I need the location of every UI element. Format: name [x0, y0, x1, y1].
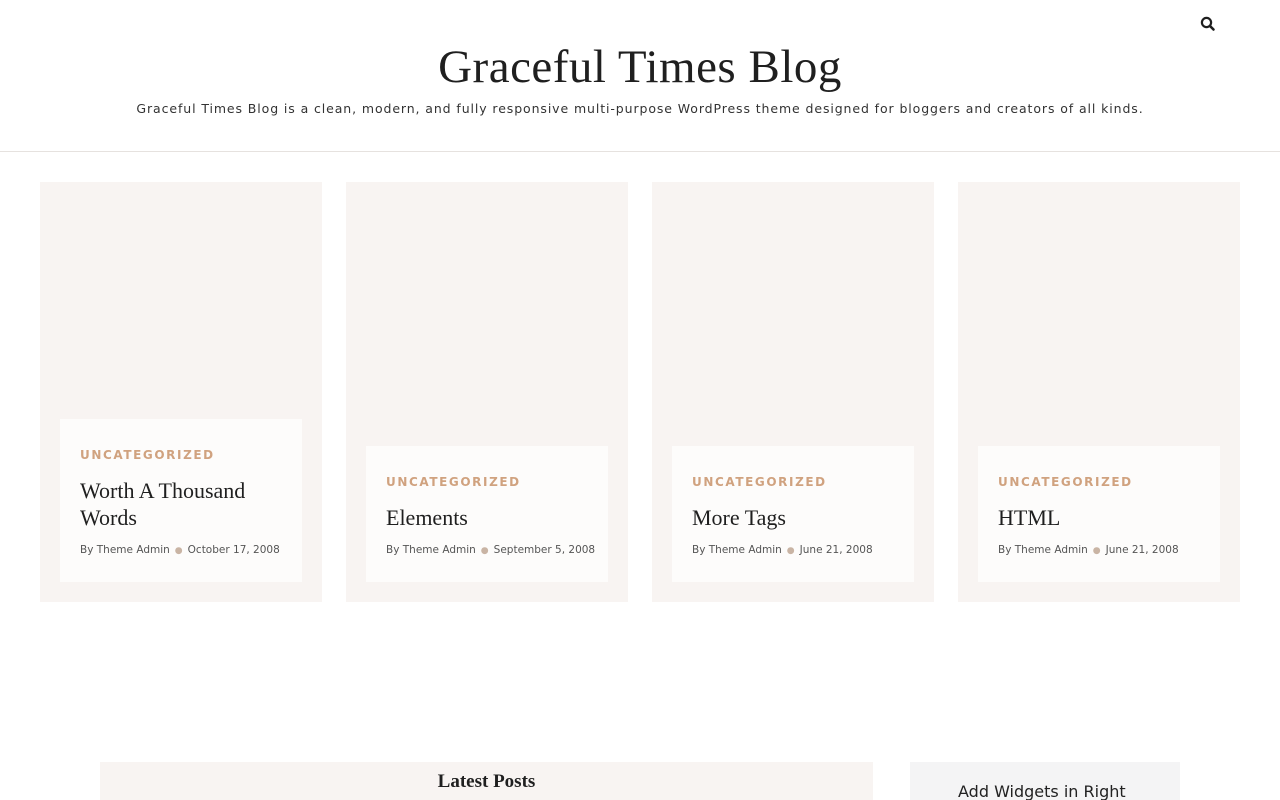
site-description: Graceful Times Blog is a clean, modern, …	[136, 101, 1144, 116]
search-icon	[1200, 16, 1215, 31]
author-prefix: By	[998, 544, 1012, 556]
post-date[interactable]: September 5, 2008	[494, 544, 595, 556]
post-card[interactable]: UNCATEGORIZED More Tags By Theme Admin ● J…	[652, 182, 934, 602]
post-title[interactable]: Worth A Thousand Words	[80, 477, 282, 531]
latest-posts-heading: Latest Posts	[437, 771, 536, 792]
sidebar-widget: Add Widgets in Right	[910, 762, 1180, 800]
post-card-body: UNCATEGORIZED HTML By Theme Admin ● June 2…	[978, 446, 1220, 582]
post-title[interactable]: Elements	[386, 504, 588, 531]
post-author[interactable]: Theme Admin	[97, 544, 170, 556]
post-card[interactable]: UNCATEGORIZED Worth A Thousand Words By …	[40, 182, 322, 602]
post-category[interactable]: UNCATEGORIZED	[386, 474, 588, 490]
meta-separator-icon: ●	[1092, 546, 1101, 556]
post-author[interactable]: Theme Admin	[403, 544, 476, 556]
author-prefix: By	[386, 544, 400, 556]
post-card-body: UNCATEGORIZED More Tags By Theme Admin ● J…	[672, 446, 914, 582]
post-date[interactable]: June 21, 2008	[800, 544, 873, 556]
post-card-body: UNCATEGORIZED Worth A Thousand Words By …	[60, 419, 302, 582]
meta-separator-icon: ●	[480, 546, 489, 556]
post-date[interactable]: October 17, 2008	[188, 544, 280, 556]
post-meta: By Theme Admin ● October 17, 2008	[80, 543, 282, 558]
post-category[interactable]: UNCATEGORIZED	[692, 474, 894, 490]
post-category[interactable]: UNCATEGORIZED	[80, 447, 282, 463]
post-author[interactable]: Theme Admin	[1015, 544, 1088, 556]
post-title[interactable]: More Tags	[692, 504, 894, 531]
meta-separator-icon: ●	[786, 546, 795, 556]
post-card[interactable]: UNCATEGORIZED HTML By Theme Admin ● June 2…	[958, 182, 1240, 602]
meta-separator-icon: ●	[174, 546, 183, 556]
widget-title: Add Widgets in Right	[958, 782, 1126, 800]
post-meta: By Theme Admin ● September 5, 2008	[386, 543, 595, 558]
author-prefix: By	[692, 544, 706, 556]
search-button[interactable]	[1198, 14, 1218, 34]
latest-posts-section: Latest Posts	[100, 762, 873, 800]
post-card[interactable]: UNCATEGORIZED Elements By Theme Admin ● Se…	[346, 182, 628, 602]
post-author[interactable]: Theme Admin	[709, 544, 782, 556]
site-title[interactable]: Graceful Times Blog	[0, 38, 1280, 96]
post-meta: By Theme Admin ● June 21, 2008	[692, 543, 894, 558]
post-card-body: UNCATEGORIZED Elements By Theme Admin ● Se…	[366, 446, 608, 582]
post-category[interactable]: UNCATEGORIZED	[998, 474, 1200, 490]
post-date[interactable]: June 21, 2008	[1106, 544, 1179, 556]
post-meta: By Theme Admin ● June 21, 2008	[998, 543, 1200, 558]
author-prefix: By	[80, 544, 94, 556]
site-header: Graceful Times Blog Graceful Times Blog …	[0, 0, 1280, 152]
post-title[interactable]: HTML	[998, 504, 1200, 531]
